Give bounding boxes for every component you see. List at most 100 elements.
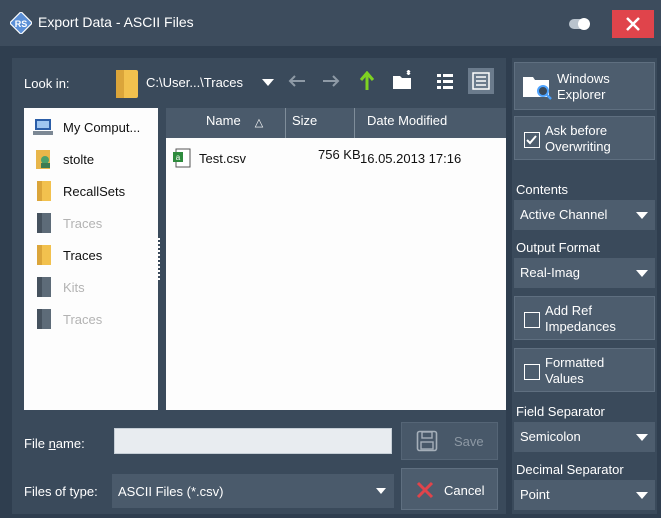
user-folder-icon bbox=[36, 150, 50, 169]
folder-icon bbox=[116, 70, 138, 98]
chevron-down-icon bbox=[636, 212, 648, 219]
ask-label-line2: Overwriting bbox=[545, 139, 611, 154]
ask-label-line1: Ask before bbox=[545, 123, 608, 138]
sidebar-item-label: stolte bbox=[63, 151, 95, 167]
column-header-size[interactable]: Size bbox=[286, 108, 354, 138]
formatted-values-checkbox[interactable] bbox=[524, 364, 540, 380]
folder-icon bbox=[37, 277, 51, 297]
explorer-label-line2: Explorer bbox=[557, 87, 606, 102]
sidebar-item-traces-disabled-2: Traces bbox=[32, 306, 102, 332]
csv-file-icon: a bbox=[173, 148, 191, 168]
field-separator-value: Semicolon bbox=[520, 429, 581, 444]
up-arrow-icon bbox=[359, 71, 375, 90]
decimal-separator-value: Point bbox=[520, 487, 550, 502]
field-separator-dropdown[interactable]: Semicolon bbox=[514, 422, 655, 452]
folder-search-icon bbox=[523, 77, 552, 100]
look-in-path: C:\User...\Traces bbox=[146, 75, 244, 90]
chevron-down-icon bbox=[636, 492, 648, 499]
formatted-values-toggle[interactable]: Formatted Values bbox=[514, 348, 655, 392]
ask-before-overwriting-toggle[interactable]: Ask before Overwriting bbox=[514, 116, 655, 160]
sidebar-item-label: My Comput... bbox=[63, 119, 141, 135]
file-name-label: File name: bbox=[24, 436, 85, 451]
file-type-label: Files of type: bbox=[24, 484, 98, 499]
column-header-name[interactable]: Name △ bbox=[166, 108, 285, 138]
sidebar-item-label: Traces bbox=[63, 215, 103, 231]
back-button[interactable] bbox=[284, 68, 310, 94]
output-format-dropdown[interactable]: Real-Imag bbox=[514, 258, 655, 288]
sidebar-item-stolte[interactable]: stolte bbox=[32, 146, 94, 172]
ask-before-overwriting-checkbox[interactable] bbox=[524, 132, 540, 148]
places-sidebar: My Comput... stolte RecallSets Traces Tr… bbox=[24, 108, 158, 410]
list-view-icon bbox=[437, 74, 453, 89]
window-title: Export Data - ASCII Files bbox=[38, 14, 194, 30]
add-ref-impedances-toggle[interactable]: Add Ref Impedances bbox=[514, 296, 655, 340]
cancel-button[interactable]: Cancel bbox=[401, 468, 498, 510]
formatted-label-line2: Values bbox=[545, 371, 584, 386]
contents-dropdown[interactable]: Active Channel bbox=[514, 200, 655, 230]
back-arrow-icon bbox=[288, 75, 305, 87]
sort-ascending-icon: △ bbox=[254, 117, 264, 129]
sidebar-item-label: RecallSets bbox=[63, 183, 126, 199]
cancel-label: Cancel bbox=[444, 483, 485, 498]
column-label: Size bbox=[292, 113, 318, 128]
output-format-value: Real-Imag bbox=[520, 265, 580, 280]
new-folder-button[interactable] bbox=[390, 68, 416, 94]
sidebar-item-label: Traces bbox=[63, 311, 103, 327]
sidebar-item-label: Kits bbox=[63, 279, 85, 295]
floppy-disk-icon bbox=[416, 430, 438, 452]
save-button[interactable]: Save bbox=[401, 422, 498, 460]
formatted-label-line1: Formatted bbox=[545, 355, 605, 370]
detail-view-button[interactable] bbox=[468, 68, 494, 94]
toggle-icon[interactable] bbox=[569, 18, 590, 30]
sidebar-item-recallsets[interactable]: RecallSets bbox=[32, 178, 125, 204]
close-button[interactable] bbox=[612, 10, 654, 38]
decimal-separator-label: Decimal Separator bbox=[516, 462, 624, 477]
file-size-cell: 756 KB bbox=[318, 147, 361, 162]
chevron-down-icon bbox=[636, 434, 648, 441]
explorer-label-line1: Windows bbox=[557, 71, 610, 86]
list-view-button[interactable] bbox=[432, 68, 458, 94]
folder-icon bbox=[37, 181, 51, 201]
add-ref-impedances-checkbox[interactable] bbox=[524, 312, 540, 328]
svg-text:RS: RS bbox=[15, 19, 28, 29]
file-type-value: ASCII Files (*.csv) bbox=[118, 484, 224, 499]
splitter-handle[interactable] bbox=[158, 238, 164, 280]
column-label: Name bbox=[206, 113, 241, 128]
contents-label: Contents bbox=[516, 182, 569, 197]
sidebar-item-traces-disabled: Traces bbox=[32, 210, 102, 236]
app-logo-icon: RS bbox=[10, 12, 32, 34]
column-header-date[interactable]: Date Modified bbox=[355, 108, 506, 138]
chevron-down-icon bbox=[636, 270, 648, 277]
new-folder-icon bbox=[393, 70, 411, 89]
look-in-label: Look in: bbox=[24, 76, 70, 91]
folder-icon bbox=[37, 309, 51, 329]
x-icon bbox=[416, 481, 434, 499]
decimal-separator-dropdown[interactable]: Point bbox=[514, 480, 655, 510]
column-label: Date Modified bbox=[367, 113, 448, 128]
forward-arrow-icon bbox=[323, 75, 340, 87]
sidebar-item-kits-disabled: Kits bbox=[32, 274, 85, 300]
svg-text:a: a bbox=[176, 153, 181, 162]
output-format-label: Output Format bbox=[516, 240, 600, 255]
field-separator-label: Field Separator bbox=[516, 404, 605, 419]
contents-value: Active Channel bbox=[520, 207, 608, 222]
computer-icon bbox=[33, 119, 53, 135]
file-name-cell: Test.csv bbox=[199, 151, 246, 166]
sidebar-item-traces[interactable]: Traces bbox=[32, 242, 102, 268]
windows-explorer-button[interactable]: Windows Explorer bbox=[514, 62, 655, 110]
file-name-input[interactable] bbox=[114, 428, 392, 454]
checkmark-icon bbox=[526, 135, 537, 145]
chevron-down-icon bbox=[262, 79, 274, 86]
forward-button[interactable] bbox=[318, 68, 344, 94]
addref-label-line1: Add Ref bbox=[545, 303, 592, 318]
folder-icon bbox=[37, 213, 51, 233]
file-type-dropdown[interactable]: ASCII Files (*.csv) bbox=[112, 474, 394, 508]
look-in-dropdown[interactable]: C:\User...\Traces bbox=[112, 64, 278, 102]
sidebar-item-label: Traces bbox=[63, 247, 103, 263]
up-folder-button[interactable] bbox=[354, 68, 380, 94]
chevron-down-icon bbox=[376, 488, 386, 494]
folder-icon bbox=[37, 245, 51, 265]
title-bar: RS Export Data - ASCII Files bbox=[0, 0, 661, 46]
sidebar-item-my-computer[interactable]: My Comput... bbox=[32, 114, 140, 140]
close-icon bbox=[626, 17, 640, 31]
